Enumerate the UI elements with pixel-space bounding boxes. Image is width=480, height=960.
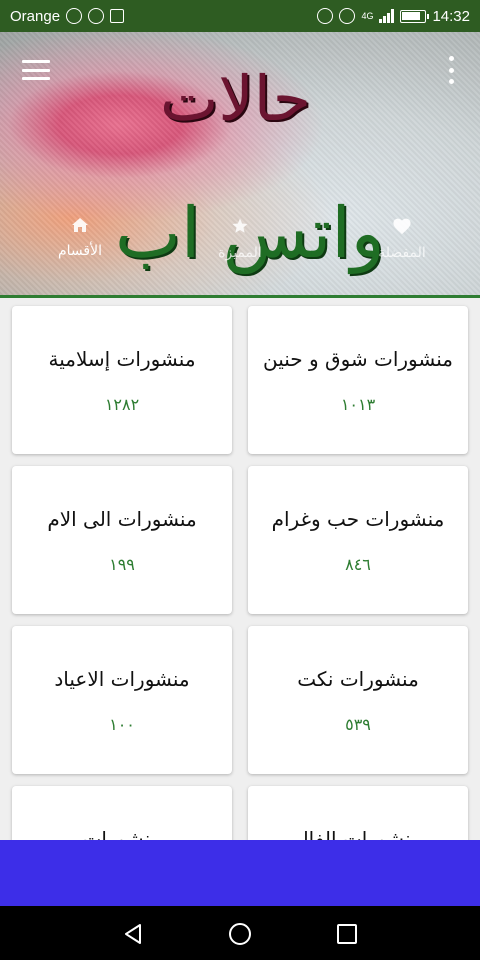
category-card[interactable]: منشورات الاعياد ١٠٠ <box>12 626 232 774</box>
category-card[interactable]: منشورات <box>12 786 232 840</box>
carrier-name: Orange <box>10 7 61 25</box>
category-card[interactable]: منشورات شوق و حنين ١٠١٣ <box>248 306 468 454</box>
category-count: ١٠١٣ <box>340 395 376 414</box>
category-count: ٨٤٦ <box>345 555 371 574</box>
battery-icon <box>400 9 430 23</box>
tab-favorites[interactable]: المفضلة <box>362 217 442 261</box>
menu-button[interactable] <box>22 60 50 80</box>
category-card[interactable]: منشورات حب وغرام ٨٤٦ <box>248 466 468 614</box>
category-count: ١٠٠ <box>109 715 135 734</box>
category-card[interactable]: منشورات إسلامية ١٢٨٢ <box>12 306 232 454</box>
category-title: منشورات الاعياد <box>54 667 190 691</box>
system-nav-bar <box>0 906 480 960</box>
category-title: منشورات نكت <box>297 667 419 691</box>
whatsapp-icon <box>88 8 105 24</box>
clock: 14:32 <box>432 7 470 25</box>
back-icon[interactable] <box>122 923 144 945</box>
header-banner: حالات واتس اب الأقسام المميزة المفضلة <box>0 32 480 297</box>
category-count: ٥٣٩ <box>345 715 371 734</box>
star-icon <box>232 218 248 233</box>
category-card[interactable]: منشورات نكت ٥٣٩ <box>248 626 468 774</box>
alarm-icon <box>339 8 356 24</box>
banner-title-top: حالات <box>160 62 311 135</box>
category-count: ١٢٨٢ <box>104 395 140 414</box>
tab-sections-label: الأقسام <box>58 243 102 259</box>
hotspot-icon <box>317 8 334 24</box>
network-type: 4G <box>361 11 374 21</box>
tab-favorites-label: المفضلة <box>378 245 426 261</box>
category-title: منشورات إسلامية <box>48 347 196 371</box>
category-title: منشورات حب وغرام <box>271 507 445 531</box>
heart-icon <box>393 218 411 235</box>
category-card[interactable]: منشورات الفال <box>248 786 468 840</box>
category-grid: منشورات شوق و حنين ١٠١٣ منشورات إسلامية … <box>0 298 480 840</box>
category-title: منشورات الفال <box>294 827 422 840</box>
category-title: منشورات الى الام <box>47 507 197 531</box>
recent-apps-icon[interactable] <box>337 924 357 944</box>
home-icon <box>72 218 88 232</box>
gallery-icon <box>110 9 125 23</box>
signal-icon <box>379 9 395 23</box>
tab-featured[interactable]: المميزة <box>205 217 275 261</box>
tab-featured-label: المميزة <box>218 245 262 261</box>
home-nav-icon[interactable] <box>229 923 251 945</box>
category-title: منشورات <box>82 827 162 840</box>
messenger-icon <box>66 8 83 24</box>
ad-banner[interactable] <box>0 840 480 906</box>
tab-sections[interactable]: الأقسام <box>45 217 115 259</box>
status-bar: Orange 4G 14:32 <box>0 0 480 32</box>
category-card[interactable]: منشورات الى الام ١٩٩ <box>12 466 232 614</box>
more-options-button[interactable] <box>446 56 456 84</box>
category-count: ١٩٩ <box>109 555 135 574</box>
category-title: منشورات شوق و حنين <box>263 347 453 371</box>
